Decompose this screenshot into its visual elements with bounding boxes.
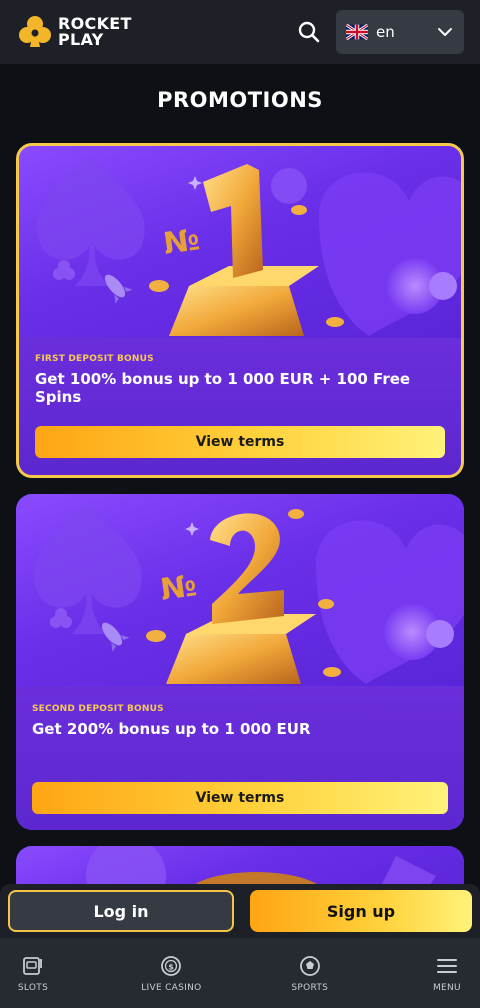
language-select[interactable]: en [336, 10, 464, 54]
promo-tag: FIRST DEPOSIT BONUS [35, 354, 154, 364]
view-terms-button[interactable]: View terms [32, 782, 448, 814]
promo-tag: SECOND DEPOSIT BONUS [32, 704, 164, 714]
brand-name: ROCKET PLAY [58, 16, 132, 48]
svg-text:№: № [161, 222, 202, 262]
promo-hero-image: № [19, 146, 461, 338]
signup-button[interactable]: Sign up [250, 890, 472, 932]
nav-item-live-casino[interactable]: $ LIVE CASINO [141, 954, 201, 993]
soccer-ball-icon [299, 955, 320, 976]
brand-logo[interactable]: ROCKET PLAY [18, 15, 132, 49]
login-button[interactable]: Log in [8, 890, 234, 932]
nav-label: MENU [432, 982, 461, 993]
nav-item-menu[interactable]: MENU [418, 954, 476, 993]
language-code: en [376, 23, 395, 41]
trophy-number-one-icon: № [37, 156, 461, 336]
chevron-down-icon [438, 28, 452, 36]
promo-card-second-deposit[interactable]: № SECOND DEPOSIT BONUS Get 200% bonus up… [16, 494, 464, 830]
bottom-navigation: SLOTS $ LIVE CASINO SPORTS MENU [0, 938, 480, 1008]
trophy-number-two-icon: № [34, 504, 464, 684]
view-terms-button[interactable]: View terms [35, 426, 445, 458]
auth-bar: Log in Sign up [0, 884, 480, 938]
nav-label: SLOTS [17, 982, 49, 993]
promo-card-body: SECOND DEPOSIT BONUS Get 200% bonus up t… [16, 686, 464, 830]
promo-title: Get 200% bonus up to 1 000 EUR [32, 720, 311, 738]
page-title: PROMOTIONS [157, 88, 323, 112]
svg-text:№: № [158, 568, 199, 608]
svg-text:$: $ [169, 962, 175, 971]
slot-machine-icon [23, 956, 42, 975]
promo-card-first-deposit[interactable]: № FIRST DEPOSIT BONUS Get 100% bonus up … [16, 143, 464, 478]
promo-card-body: FIRST DEPOSIT BONUS Get 100% bonus up to… [19, 338, 461, 475]
hamburger-menu-icon [436, 958, 457, 973]
nav-item-slots[interactable]: SLOTS [4, 954, 62, 993]
nav-item-sports[interactable]: SPORTS [281, 954, 339, 993]
top-header: ROCKET PLAY en [0, 0, 480, 64]
rocketplay-logo-icon [19, 16, 51, 47]
search-icon [298, 21, 320, 43]
uk-flag-icon [346, 24, 368, 40]
promo-hero-image: № [16, 494, 464, 686]
search-button[interactable] [294, 17, 324, 47]
nav-label: SPORTS [291, 982, 329, 993]
brand-line-2: PLAY [58, 30, 104, 49]
nav-label: LIVE CASINO [141, 982, 202, 993]
promo-title: Get 100% bonus up to 1 000 EUR + 100 Fre… [35, 370, 411, 406]
casino-chip-icon: $ [161, 955, 182, 976]
